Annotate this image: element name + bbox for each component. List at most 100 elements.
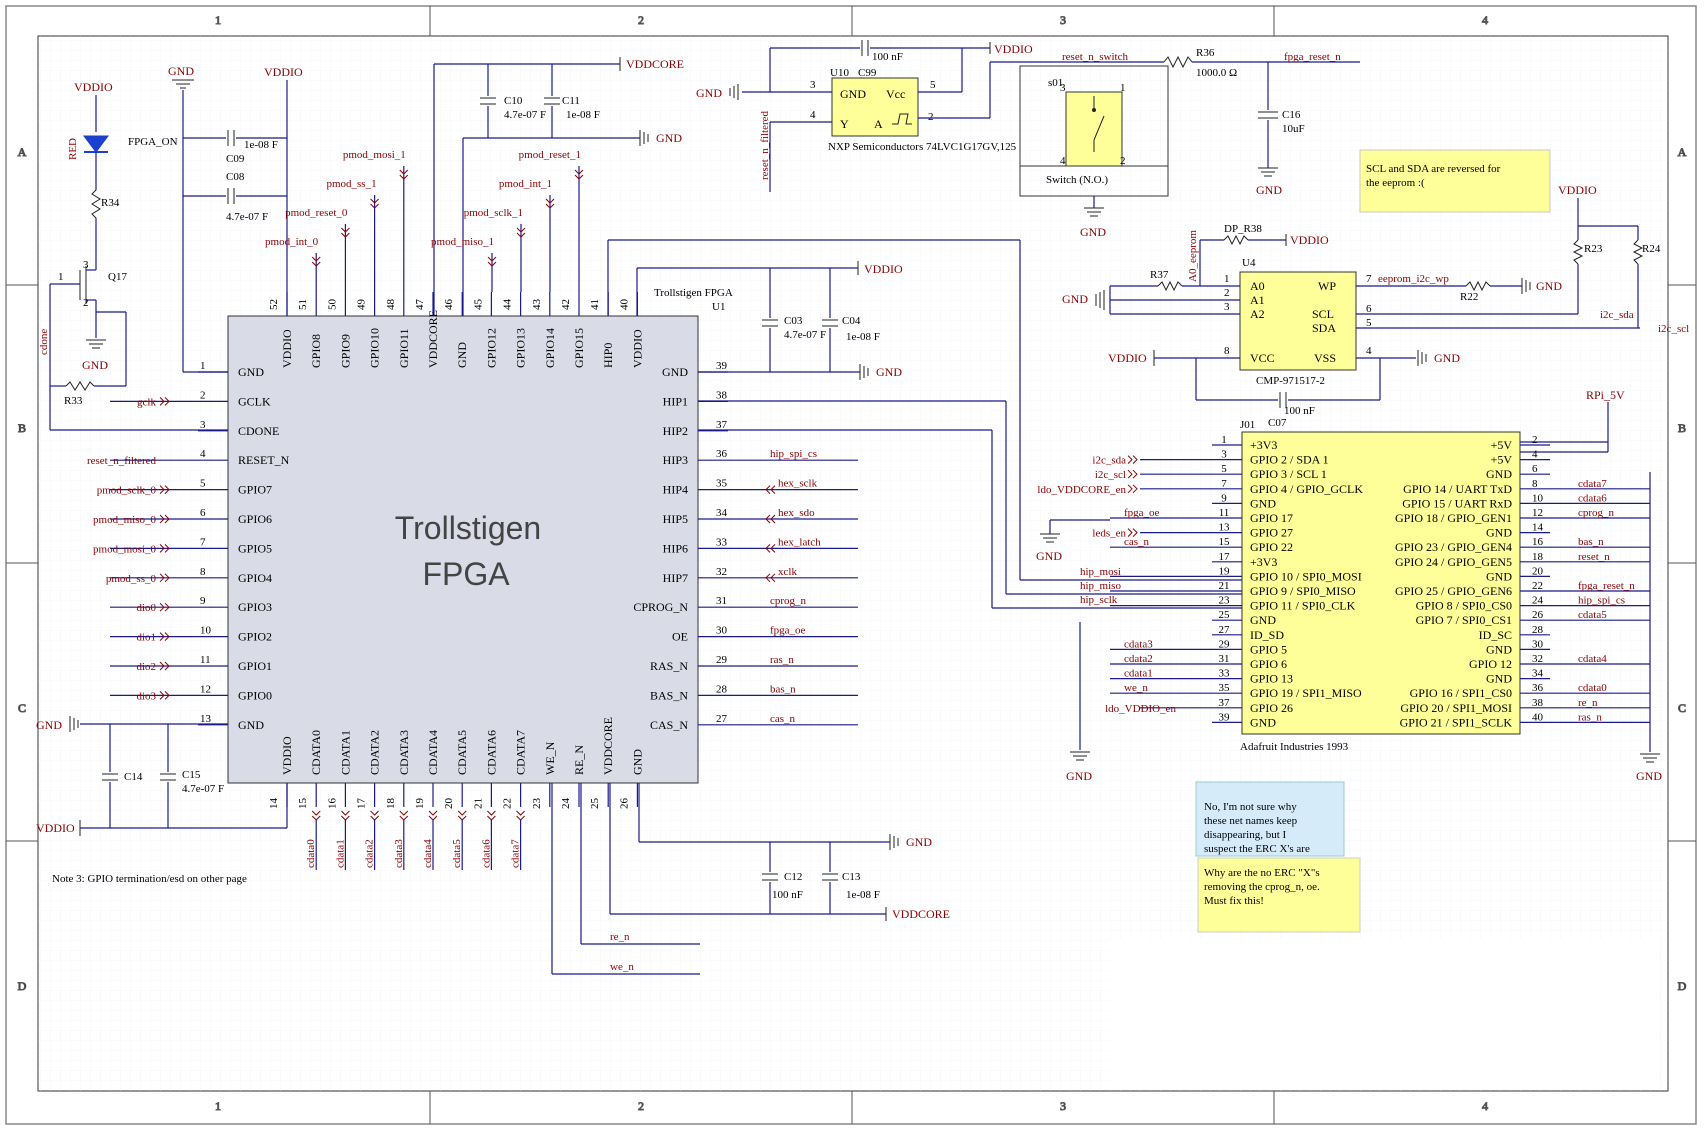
- vddio-label-c03: VDDIO: [864, 262, 903, 276]
- fpga-pin-number: 40: [618, 299, 630, 311]
- c99-label: C99: [858, 67, 877, 79]
- svg-text:3: 3: [1224, 301, 1230, 313]
- top-net-label: pmod_mosi_1: [343, 149, 406, 161]
- j01-net-label: cdata0: [1578, 682, 1607, 694]
- fpga-pin-number: 30: [716, 625, 728, 637]
- vddio-label-c14: VDDIO: [36, 821, 75, 835]
- j01-pin-label: ID_SD: [1250, 628, 1284, 642]
- zone-col-bottom: 4: [1482, 1099, 1488, 1113]
- svg-text:1: 1: [1120, 82, 1126, 94]
- note3: Note 3: GPIO termination/esd on other pa…: [52, 873, 247, 885]
- j01-pin-label: GPIO 12: [1469, 657, 1512, 671]
- gnd-label-u10: GND: [696, 86, 722, 100]
- j01-pin-label: +5V: [1491, 438, 1513, 452]
- bottom-net-label: cdata5: [451, 839, 463, 868]
- j01-net-label: re_n: [1578, 697, 1598, 709]
- reset-n-switch-label: reset_n_switch: [1062, 51, 1128, 63]
- fpga-pin-label: GPIO4: [238, 571, 272, 585]
- c11-value: 1e-08 F: [566, 109, 600, 121]
- zone-row-left: D: [18, 979, 27, 993]
- zone-col-bottom: 2: [638, 1099, 644, 1113]
- fpga-pin-label: VDDIO: [630, 329, 644, 368]
- fpga-pin-number: 43: [531, 299, 543, 311]
- c12-value: 100 nF: [772, 889, 803, 901]
- c13-value: 1e-08 F: [846, 889, 880, 901]
- vddio-label-r38: VDDIO: [1290, 233, 1329, 247]
- j01-pin-label: GPIO 3 / SCL 1: [1250, 467, 1327, 481]
- j01-pin-number: 17: [1219, 551, 1231, 563]
- fpga-title-line2: FPGA: [422, 556, 510, 592]
- j01-pin-number: 4: [1532, 449, 1538, 461]
- bottom-net-label: cdata2: [364, 839, 376, 868]
- fpga-pin-number: 39: [716, 360, 728, 372]
- j01-pin-number: 28: [1532, 624, 1544, 636]
- vddcore-label-top: VDDCORE: [626, 57, 684, 71]
- net-label: hip_spi_cs: [770, 448, 817, 460]
- svg-text:No, I'm not sure why: No, I'm not sure why: [1204, 801, 1297, 813]
- fpga-pin-number: 4: [200, 448, 206, 460]
- c08-value: 4.7e-07 F: [226, 211, 268, 223]
- gnd-label-c13: GND: [906, 835, 932, 849]
- zone-col-top: 4: [1482, 13, 1488, 27]
- gnd-label-vss: GND: [1434, 351, 1460, 365]
- j01-net-label: reset_n: [1578, 551, 1610, 563]
- j01-pin-number: 14: [1532, 522, 1544, 534]
- fpga-pin-label: VDDIO: [280, 736, 294, 775]
- fpga-pin-number: 33: [716, 536, 728, 548]
- re-n-bottom-label: re_n: [610, 931, 630, 943]
- fpga-pin-number: 11: [200, 654, 211, 666]
- svg-text:SCL: SCL: [1312, 307, 1334, 321]
- vddio-label-u4: VDDIO: [1108, 351, 1147, 365]
- reset-n-filtered-vert: reset_n_filtered: [759, 110, 771, 180]
- fpga-pin-label: GPIO8: [309, 334, 323, 368]
- net-label: hex_sdo: [778, 507, 815, 519]
- fpga-pin-number: 44: [502, 299, 514, 310]
- svg-text:3: 3: [83, 259, 89, 271]
- j01-pin-label: GPIO 13: [1250, 672, 1293, 686]
- gnd-label-u4: GND: [1062, 292, 1088, 306]
- j01-pin-label: GPIO 19 / SPI1_MISO: [1250, 686, 1362, 700]
- j01-pin-number: 16: [1532, 536, 1544, 548]
- zone-row-right: B: [1678, 421, 1686, 435]
- fpga-pin-number: 23: [531, 798, 543, 810]
- zone-row-left: B: [18, 421, 26, 435]
- fpga-pin-label: GPIO1: [238, 659, 272, 673]
- c15-label: C15: [182, 769, 201, 781]
- fpga-pin-label: HIP4: [663, 483, 688, 497]
- j01-pin-number: 31: [1219, 653, 1230, 665]
- j01-net-label: i2c_sda: [1092, 455, 1126, 467]
- j01-pin-number: 9: [1221, 492, 1227, 504]
- svg-text:SDA: SDA: [1312, 321, 1336, 335]
- j01-pin-number: 7: [1221, 478, 1227, 490]
- svg-text:4: 4: [1060, 155, 1066, 167]
- fpga-pin-number: 47: [414, 299, 426, 311]
- j01-net-label: cdata3: [1124, 638, 1153, 650]
- bottom-net-label: cdata3: [393, 839, 405, 868]
- j01-pin-number: 35: [1219, 682, 1231, 694]
- c13-label: C13: [842, 871, 861, 883]
- r23-label: R23: [1584, 243, 1603, 255]
- fpga-pin-label: GPIO9: [338, 334, 352, 368]
- svg-text:6: 6: [1366, 303, 1372, 315]
- j01-pin-label: +3V3: [1250, 438, 1277, 452]
- j01-net-label: fpga_oe: [1124, 507, 1160, 519]
- fpga-designator: Trollstigen FPGA: [654, 287, 733, 299]
- c09-label: C09: [226, 153, 245, 165]
- fpga-pin-label: CDATA5: [455, 730, 469, 775]
- fpga-pin-number: 15: [297, 798, 309, 810]
- fpga-title-line1: Trollstigen: [395, 510, 541, 546]
- j01-net-label: we_n: [1124, 682, 1148, 694]
- svg-text:these net names keep: these net names keep: [1204, 815, 1298, 827]
- fpga-on-label: FPGA_ON: [128, 136, 178, 148]
- fpga-pin-number: 51: [297, 299, 309, 310]
- fpga-pin-number: 29: [716, 654, 728, 666]
- c03-label: C03: [784, 315, 803, 327]
- gnd-label-c04: GND: [876, 365, 902, 379]
- j01-pin-number: 25: [1219, 609, 1231, 621]
- fpga-pin-label: HIP3: [663, 453, 688, 467]
- fpga-pin-number: 46: [443, 299, 455, 311]
- fpga-pin-label: GPIO13: [514, 328, 528, 368]
- j01-net-label: cdata4: [1578, 653, 1607, 665]
- fpga-pin-label: GND: [455, 342, 469, 368]
- gnd-label-q17: GND: [82, 358, 108, 372]
